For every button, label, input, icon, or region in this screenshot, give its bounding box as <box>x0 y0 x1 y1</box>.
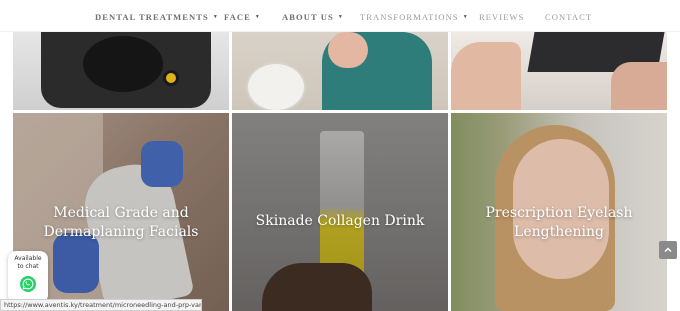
nav-contact[interactable]: CONTACT <box>545 12 592 22</box>
caret-down-icon: ▼ <box>462 15 469 20</box>
tile-laptop-image[interactable] <box>451 32 667 110</box>
nav-transformations[interactable]: TRANSFORMATIONS ▼ <box>360 12 469 22</box>
nav-reviews[interactable]: REVIEWS <box>479 12 524 22</box>
tile-title: Prescription Eyelash Lengthening <box>451 204 667 242</box>
chat-line-1: Available <box>14 255 42 262</box>
tile-title-text: Medical Grade and Dermaplaning Facials <box>43 205 199 240</box>
chat-widget[interactable]: Available to chat <box>8 251 48 303</box>
hand-right <box>611 62 667 110</box>
caret-down-icon: ▼ <box>212 15 219 20</box>
device-rotor <box>83 36 163 92</box>
tile-mirror-image[interactable] <box>232 32 448 110</box>
tile-skinade-collagen-drink[interactable]: Skinade Collagen Drink <box>232 113 448 311</box>
caret-down-icon: ▼ <box>254 15 261 20</box>
nav-label: FACE <box>224 12 251 22</box>
arm <box>451 42 521 110</box>
tile-prescription-eyelash[interactable]: Prescription Eyelash Lengthening <box>451 113 667 311</box>
yellow-cap <box>163 70 179 86</box>
nav-label: DENTAL TREATMENTS <box>95 12 209 22</box>
tile-device-image[interactable] <box>13 32 229 110</box>
nav-dental-treatments[interactable]: DENTAL TREATMENTS ▼ <box>95 12 219 22</box>
scroll-to-top-button[interactable] <box>659 241 677 259</box>
nav-face[interactable]: FACE ▼ <box>224 12 261 22</box>
nav-label: ABOUT US <box>282 12 334 22</box>
chat-label: Available to chat <box>8 251 48 271</box>
hands <box>328 32 368 68</box>
nav-label: CONTACT <box>545 12 593 22</box>
whatsapp-icon[interactable] <box>20 276 36 292</box>
nav-label: TRANSFORMATIONS <box>360 12 459 22</box>
chevron-up-icon <box>664 247 672 253</box>
chat-line-2: to chat <box>17 263 39 270</box>
tile-title: Medical Grade and Dermaplaning Facials <box>13 204 229 242</box>
status-bar-url: https://www.aventis.ky/treatment/microne… <box>0 299 202 311</box>
caret-down-icon: ▼ <box>337 15 344 20</box>
nav-label: REVIEWS <box>479 12 525 22</box>
tile-title: Skinade Collagen Drink <box>232 212 448 231</box>
nav-about-us[interactable]: ABOUT US ▼ <box>282 12 344 22</box>
tile-title-text: Prescription Eyelash Lengthening <box>485 205 633 240</box>
main-nav: DENTAL TREATMENTS ▼ FACE ▼ ABOUT US ▼ TRANS… <box>0 0 680 32</box>
hand-mirror <box>246 62 306 110</box>
tile-title-text: Skinade Collagen Drink <box>255 213 425 229</box>
